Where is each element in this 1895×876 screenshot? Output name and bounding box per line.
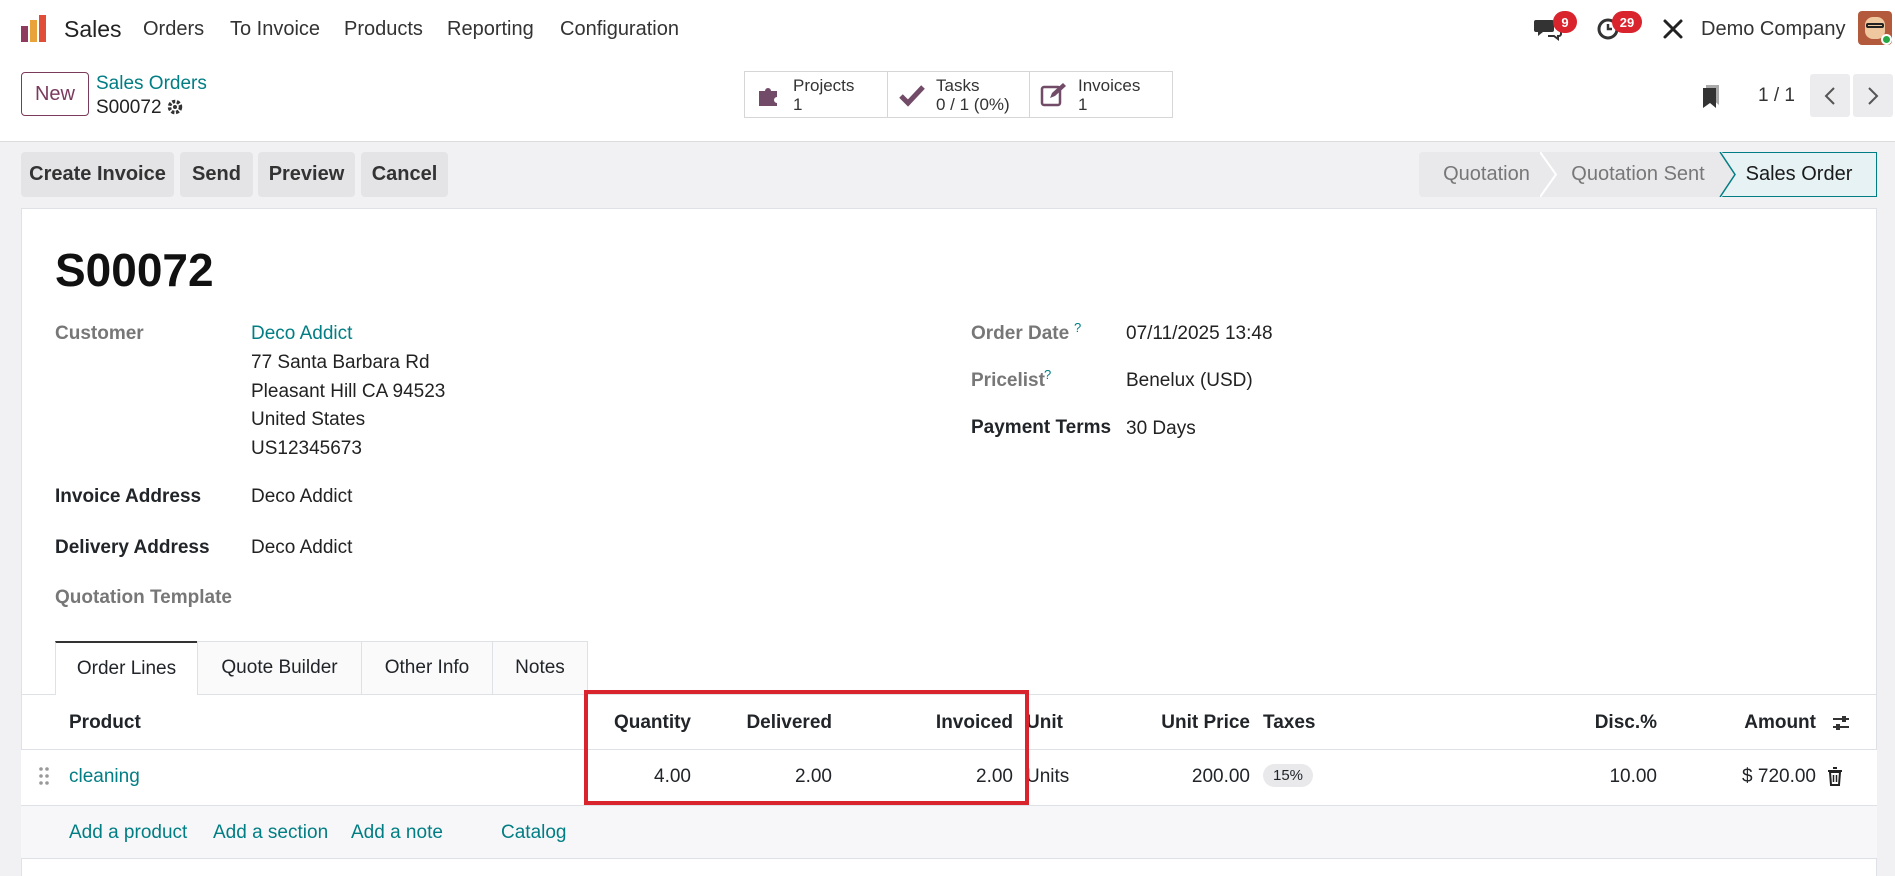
projects-label: Projects [793,75,855,95]
pager-next-button[interactable] [1853,74,1893,117]
projects-count: 1 [793,94,803,114]
tasks-smart-button[interactable]: Tasks 0 / 1 (0%) [887,71,1030,118]
menu-to-invoice[interactable]: To Invoice [230,18,320,41]
tools-icon[interactable] [1661,17,1685,41]
col-header-unit-price[interactable]: Unit Price [1130,712,1250,734]
pricelist-field[interactable]: Benelux (USD) [1126,370,1253,392]
add-section-link[interactable]: Add a section [213,822,328,844]
delivery-address-label: Delivery Address [55,537,210,558]
tasks-count: 0 / 1 (0%) [936,94,1010,114]
breadcrumb-sales-orders[interactable]: Sales Orders [96,73,207,95]
customer-vat: US12345673 [251,438,362,459]
order-date-label: Order Date [971,323,1070,344]
top-navbar: Sales Orders To Invoice Products Reporti… [0,0,1895,57]
invoices-smart-button[interactable]: Invoices 1 [1029,71,1173,118]
edit-icon [1040,82,1066,106]
quotation-template-label: Quotation Template [55,587,232,608]
customer-label: Customer [55,323,144,344]
payment-terms-label: Payment Terms [971,417,1112,438]
add-note-link[interactable]: Add a note [351,822,443,844]
pricelist-help-icon[interactable]: ? [1044,367,1051,382]
order-title: S00072 [55,244,214,296]
pricelist-label: Pricelist [971,370,1045,391]
tab-order-lines[interactable]: Order Lines [55,641,198,695]
table-bottom-divider [21,858,1877,859]
customer-address-line: United States [251,409,366,430]
highlight-box [584,690,1029,805]
cell-taxes[interactable]: 15% [1263,764,1314,787]
activities-badge: 29 [1612,11,1642,33]
cell-unit[interactable]: Units [1026,766,1069,788]
customer-address-line: 77 Santa Barbara Rd [251,352,430,373]
invoice-address-field[interactable]: Deco Addict [251,486,352,508]
add-product-link[interactable]: Add a product [69,822,187,844]
customer-address-line: Pleasant Hill CA 94523 [251,381,446,402]
check-icon [899,84,925,107]
status-sales-order[interactable]: Sales Order [1722,152,1877,197]
col-header-amount[interactable]: Amount [1700,712,1816,734]
menu-configuration[interactable]: Configuration [560,18,679,41]
pager-previous-button[interactable] [1810,74,1850,117]
user-avatar[interactable] [1858,11,1892,45]
cancel-button[interactable]: Cancel [361,152,448,197]
delivery-address-field[interactable]: Deco Addict [251,537,352,559]
invoices-label: Invoices [1078,75,1141,95]
tab-other-info[interactable]: Other Info [361,641,493,694]
gear-icon[interactable] [166,98,184,116]
new-button[interactable]: New [21,72,89,116]
quotation-template-field[interactable] [251,584,771,610]
cell-product[interactable]: cleaning [69,766,140,788]
chevron-right-icon [1868,86,1879,105]
messages-badge: 9 [1553,11,1577,33]
col-header-disc[interactable]: Disc.% [1560,712,1657,734]
tasks-label: Tasks [936,75,980,95]
payment-terms-field[interactable]: 30 Days [1126,418,1196,440]
create-invoice-button[interactable]: Create Invoice [21,152,174,197]
tab-notes[interactable]: Notes [492,641,588,694]
col-header-product[interactable]: Product [69,712,141,734]
cell-unit-price[interactable]: 200.00 [1130,766,1250,788]
sales-app-icon[interactable] [19,14,49,44]
status-active-arrow [1718,152,1736,197]
puzzle-icon [759,87,777,106]
order-date-field[interactable]: 07/11/2025 13:48 [1126,323,1273,345]
customer-link[interactable]: Deco Addict [251,323,352,345]
projects-smart-button[interactable]: Projects 1 [744,71,888,118]
catalog-link[interactable]: Catalog [501,822,567,844]
menu-orders[interactable]: Orders [143,18,204,41]
app-title[interactable]: Sales [64,16,122,43]
chevron-left-icon [1824,86,1835,105]
cell-amount: $ 720.00 [1742,766,1816,787]
drag-handle-icon[interactable] [38,766,50,786]
col-header-unit[interactable]: Unit [1026,712,1063,734]
cell-disc[interactable]: 10.00 [1560,766,1657,788]
tax-tag: 15% [1263,764,1314,787]
pager-value[interactable]: 1 / 1 [1758,85,1795,107]
menu-reporting[interactable]: Reporting [447,18,534,41]
breadcrumb-current: S00072 [96,97,162,118]
optional-columns-icon[interactable] [1831,713,1851,733]
menu-products[interactable]: Products [344,18,423,41]
preview-button[interactable]: Preview [258,152,355,197]
invoices-count: 1 [1078,94,1088,114]
invoice-address-label: Invoice Address [55,486,202,507]
trash-icon[interactable] [1827,767,1843,786]
company-switcher[interactable]: Demo Company [1701,18,1846,41]
tab-quote-builder[interactable]: Quote Builder [197,641,362,694]
col-header-taxes[interactable]: Taxes [1263,712,1315,734]
status-arrow-divider [1540,152,1558,197]
send-button[interactable]: Send [180,152,253,197]
status-quotation[interactable]: Quotation [1419,152,1554,197]
status-quotation-sent[interactable]: Quotation Sent [1554,152,1722,197]
order-date-help-icon[interactable]: ? [1074,320,1081,335]
bookmark-icon[interactable] [1700,83,1722,109]
